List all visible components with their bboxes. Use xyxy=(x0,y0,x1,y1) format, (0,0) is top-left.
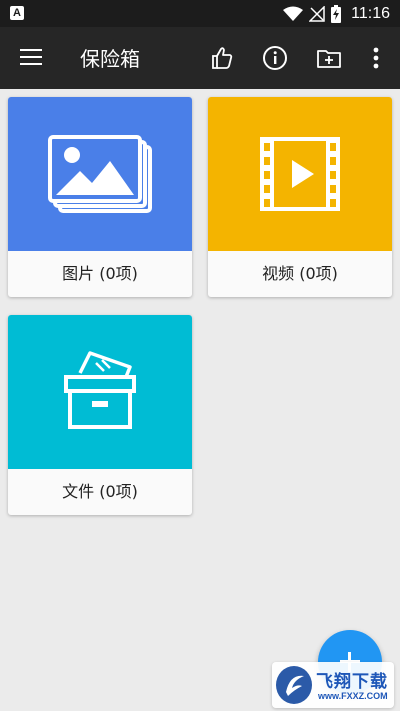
status-icons: 11:16 xyxy=(283,4,390,24)
photos-label: 图片 (0项) xyxy=(62,264,138,283)
watermark-logo xyxy=(276,666,312,704)
thumbs-up-icon[interactable] xyxy=(209,45,235,71)
videos-card[interactable]: 视频 (0项) xyxy=(208,97,392,297)
page-title: 保险箱 xyxy=(80,47,140,71)
photos-card[interactable]: 图片 (0项) xyxy=(8,97,192,297)
app-notification-icon: A xyxy=(10,6,24,20)
wifi-icon xyxy=(283,6,304,21)
watermark-url: www.FXXZ.COM xyxy=(318,691,388,701)
archive-box-icon xyxy=(64,351,136,429)
app-bar: 保险箱 xyxy=(0,27,400,89)
videos-label: 视频 (0项) xyxy=(262,264,338,283)
watermark-text: 飞翔下载 xyxy=(316,672,388,692)
videos-thumbnail xyxy=(208,97,392,251)
files-thumbnail xyxy=(8,315,192,469)
watermark: 飞翔下载 www.FXXZ.COM xyxy=(272,662,394,708)
info-icon[interactable] xyxy=(262,45,288,71)
files-card[interactable]: 文件 (0项) xyxy=(8,315,192,515)
image-stack-icon xyxy=(48,135,152,213)
photos-thumbnail xyxy=(8,97,192,251)
battery-charging-icon xyxy=(331,5,342,23)
clock: 11:16 xyxy=(351,5,390,22)
files-label: 文件 (0项) xyxy=(62,482,138,501)
video-film-icon xyxy=(260,137,340,211)
no-signal-icon xyxy=(309,6,325,22)
status-bar: A 11:16 xyxy=(0,0,400,27)
menu-icon[interactable] xyxy=(20,48,42,68)
add-folder-icon[interactable] xyxy=(316,45,342,71)
more-vert-icon[interactable] xyxy=(363,45,389,71)
